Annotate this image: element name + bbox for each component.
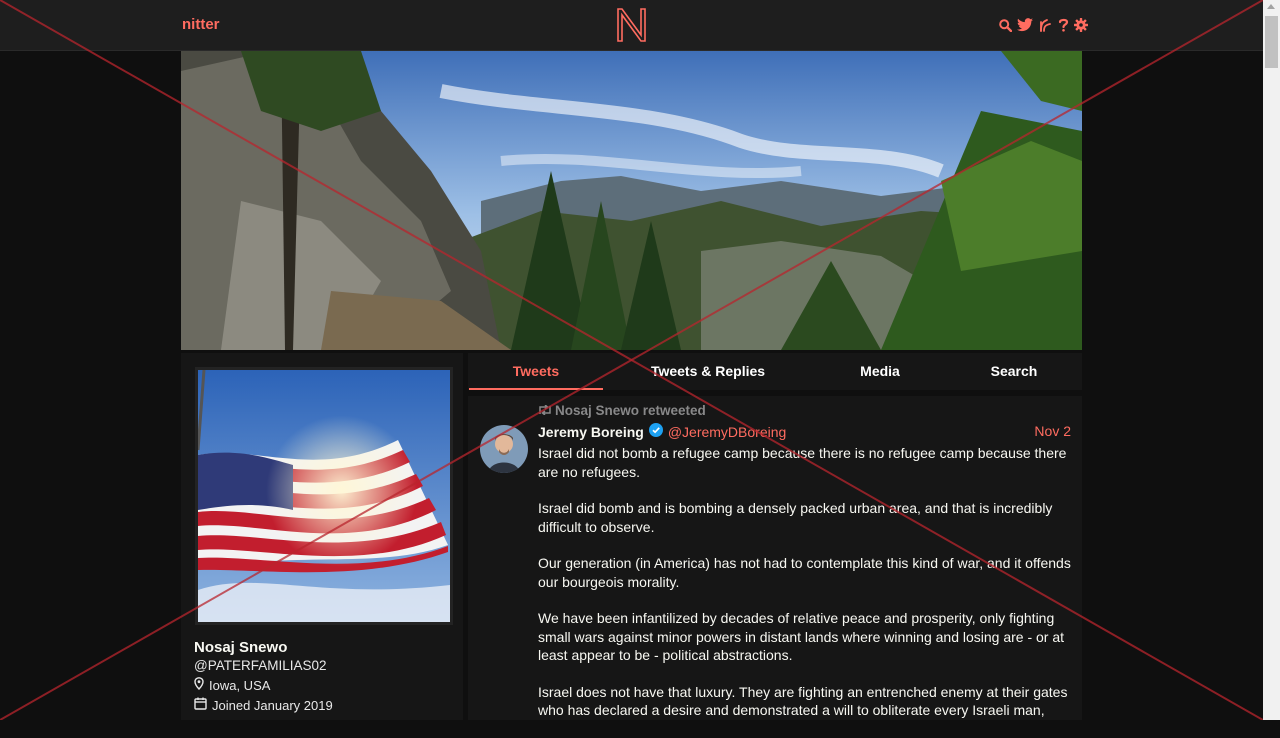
navbar: nitter (0, 0, 1263, 51)
tweet-date[interactable]: Nov 2 (1034, 423, 1071, 439)
twitter-bird-icon[interactable] (1016, 17, 1034, 33)
profile-joined-text: Joined January 2019 (212, 697, 333, 713)
tweet-paragraph: We have been infantilized by decades of … (538, 610, 1065, 663)
tab-tweets[interactable]: Tweets (469, 353, 603, 390)
scrollbar-thumb[interactable] (1265, 16, 1278, 68)
rss-icon[interactable] (1038, 17, 1052, 33)
tweet-author-handle[interactable]: @JeremyDBoreing (668, 424, 786, 440)
retweet-icon (538, 403, 552, 418)
tweet-item[interactable]: Nosaj Snewo retweeted Jeremy Boreing @Je… (468, 396, 1082, 720)
verified-badge-icon (648, 423, 663, 440)
tab-media[interactable]: Media (828, 353, 932, 390)
retweet-header-text: Nosaj Snewo retweeted (555, 403, 706, 418)
tweet-body: Israel did not bomb a refugee camp becau… (538, 444, 1074, 738)
timeline-tabs: Tweets Tweets & Replies Media Search (468, 353, 1082, 390)
profile-card: Nosaj Snewo @PATERFAMILIAS02 Iowa, USA J… (181, 353, 463, 720)
tweet-header: Jeremy Boreing @JeremyDBoreing (538, 423, 786, 440)
profile-banner[interactable] (181, 51, 1082, 350)
flag-avatar-image (198, 370, 450, 622)
tweet-paragraph: Israel did not bomb a refugee camp becau… (538, 445, 1067, 480)
profile-location-text: Iowa, USA (209, 677, 271, 693)
gear-icon[interactable] (1074, 17, 1088, 33)
tweet-author-avatar[interactable] (480, 425, 528, 473)
nitter-logo-icon[interactable] (614, 6, 650, 44)
tweet-paragraph: Israel does not have that luxury. They a… (538, 683, 1068, 719)
retweet-header: Nosaj Snewo retweeted (538, 403, 706, 418)
tab-tweets-replies[interactable]: Tweets & Replies (628, 353, 788, 390)
brand-link[interactable]: nitter (182, 16, 220, 33)
scroll-up-arrow-icon[interactable] (1267, 4, 1275, 9)
location-pin-icon (194, 677, 204, 693)
profile-handle[interactable]: @PATERFAMILIAS02 (194, 658, 327, 673)
help-icon[interactable] (1056, 17, 1070, 33)
tab-search[interactable]: Search (968, 353, 1060, 390)
profile-location: Iowa, USA (194, 677, 270, 693)
profile-avatar[interactable] (195, 367, 453, 625)
profile-joined: Joined January 2019 (194, 697, 333, 713)
tweet-paragraph: Our generation (in America) has not had … (538, 555, 1071, 590)
page-scrollbar[interactable] (1263, 0, 1280, 720)
profile-name[interactable]: Nosaj Snewo (194, 639, 287, 656)
tweet-paragraph: Israel did bomb and is bombing a densely… (538, 500, 1053, 535)
search-icon[interactable] (998, 17, 1012, 33)
tweet-author-name[interactable]: Jeremy Boreing (538, 424, 644, 440)
calendar-icon (194, 697, 207, 713)
